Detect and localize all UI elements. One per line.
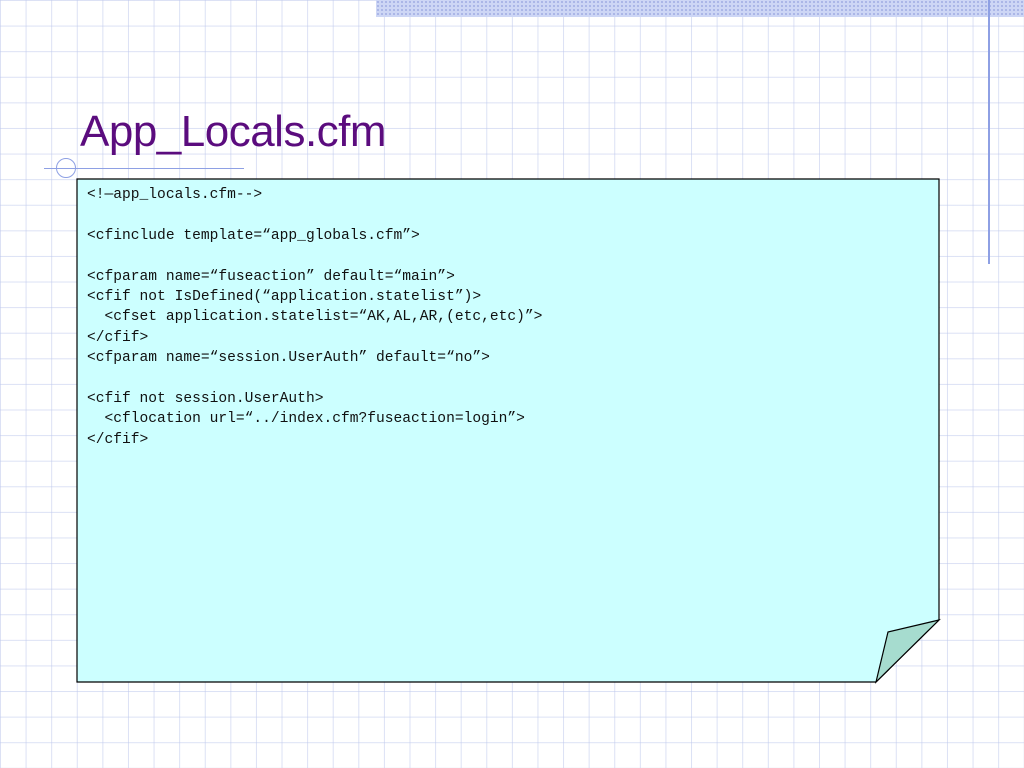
code-line: <cflocation url=“../index.cfm?fuseaction… — [87, 411, 525, 428]
code-line: <!—app_locals.cfm--> — [87, 187, 263, 203]
code-line: </cfif> — [87, 431, 149, 448]
code-line: <cfif not session.UserAuth> — [87, 390, 324, 407]
code-line: <cfinclude template=“app_globals.cfm”> — [87, 227, 420, 244]
code-line: </cfif> — [87, 329, 149, 346]
code-line: <cfparam name=“fuseaction” default=“main… — [87, 268, 455, 285]
code-line: <cfparam name=“session.UserAuth” default… — [87, 350, 490, 367]
code-line: <cfset application.statelist=“AK,AL,AR,(… — [87, 309, 543, 326]
code-line: <cfif not IsDefined(“application.stateli… — [87, 288, 482, 305]
code-block: <!—app_locals.cfm--> <cfinclude template=… — [87, 185, 542, 450]
